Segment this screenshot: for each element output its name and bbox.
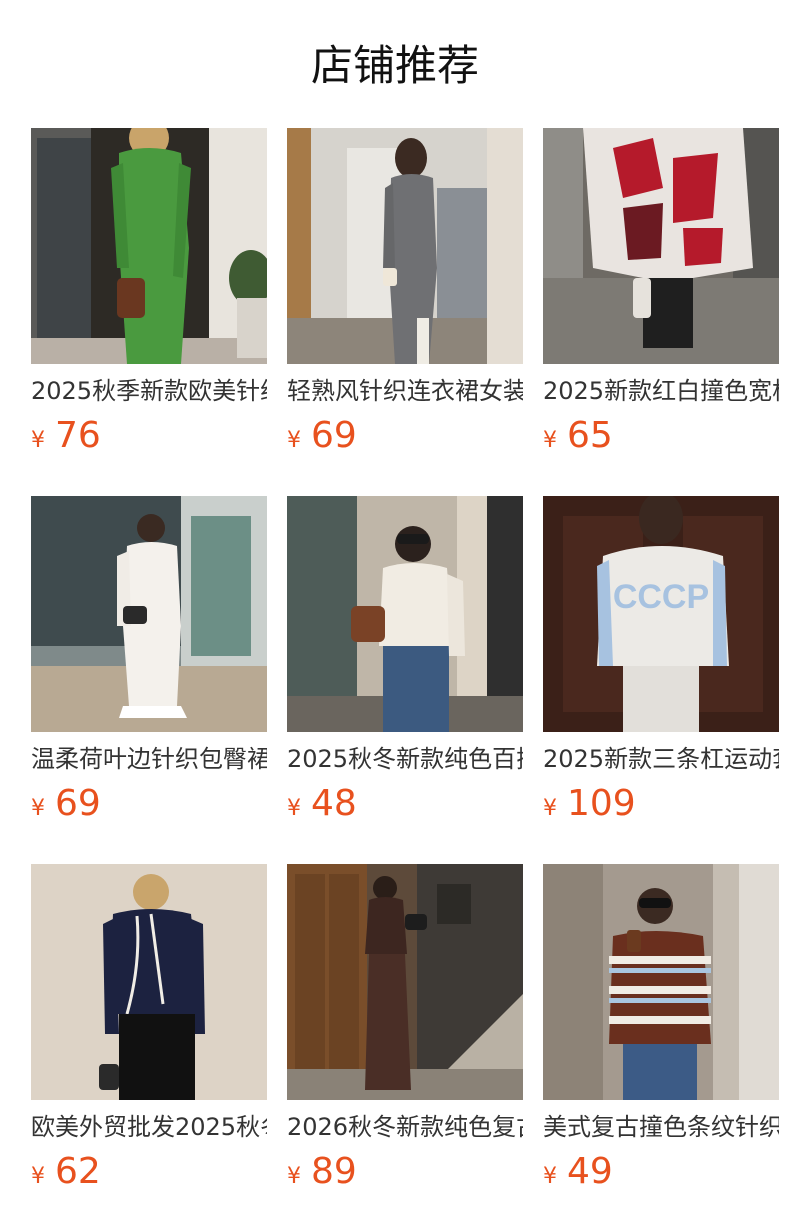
product-card[interactable]: 2025秋季新款欧美针织 ¥ 76 <box>31 128 267 496</box>
product-card[interactable]: 2025秋冬新款纯色百搭 ¥ 48 <box>287 496 523 864</box>
product-image[interactable] <box>543 128 779 364</box>
price-value: 48 <box>311 783 357 824</box>
product-price: ¥ 109 <box>543 784 779 824</box>
currency-symbol: ¥ <box>31 428 45 453</box>
product-card[interactable]: 2025新款红白撞色宽松 ¥ 65 <box>543 128 779 496</box>
product-price: ¥ 65 <box>543 416 779 456</box>
product-name[interactable]: 2026秋冬新款纯色复古 <box>287 1110 523 1144</box>
product-photo-cccp-sweatsuit-icon: CCCP <box>543 496 779 732</box>
product-image[interactable] <box>543 864 779 1100</box>
price-value: 69 <box>311 415 357 456</box>
product-name[interactable]: 2025秋冬新款纯色百搭 <box>287 742 523 776</box>
product-name[interactable]: 温柔荷叶边针织包臀裙 <box>31 742 267 776</box>
product-price: ¥ 62 <box>31 1152 267 1192</box>
currency-symbol: ¥ <box>543 796 557 821</box>
product-card[interactable]: 2026秋冬新款纯色复古 ¥ 89 <box>287 864 523 1232</box>
product-name[interactable]: 2025新款红白撞色宽松 <box>543 374 779 408</box>
product-name[interactable]: 轻熟风针织连衣裙女装 <box>287 374 523 408</box>
price-value: 109 <box>567 783 636 824</box>
product-image[interactable] <box>287 128 523 364</box>
product-image[interactable] <box>31 864 267 1100</box>
product-name[interactable]: 2025秋季新款欧美针织 <box>31 374 267 408</box>
currency-symbol: ¥ <box>287 1164 301 1189</box>
currency-symbol: ¥ <box>31 796 45 821</box>
product-name[interactable]: 2025新款三条杠运动套装 <box>543 742 779 776</box>
svg-text:CCCP: CCCP <box>613 578 709 616</box>
product-price: ¥ 69 <box>287 416 523 456</box>
product-image[interactable]: CCCP <box>543 496 779 732</box>
currency-symbol: ¥ <box>287 796 301 821</box>
price-value: 62 <box>55 1151 101 1192</box>
product-photo-grey-knit-dress-icon <box>287 128 523 364</box>
product-card[interactable]: 美式复古撞色条纹针织 ¥ 49 <box>543 864 779 1232</box>
page-title: 店铺推荐 <box>310 41 479 90</box>
product-name[interactable]: 美式复古撞色条纹针织 <box>543 1110 779 1144</box>
product-price: ¥ 69 <box>31 784 267 824</box>
product-card[interactable]: 欧美外贸批发2025秋冬 ¥ 62 <box>31 864 267 1232</box>
product-image[interactable] <box>287 496 523 732</box>
currency-symbol: ¥ <box>543 428 557 453</box>
product-photo-brown-knit-set-icon <box>287 864 523 1100</box>
product-photo-white-ruffle-dress-icon <box>31 496 267 732</box>
product-photo-green-knit-dress-icon <box>31 128 267 364</box>
product-price: ¥ 76 <box>31 416 267 456</box>
currency-symbol: ¥ <box>543 1164 557 1189</box>
product-photo-white-cardigan-icon <box>287 496 523 732</box>
currency-symbol: ¥ <box>287 428 301 453</box>
product-image[interactable] <box>287 864 523 1100</box>
product-photo-red-white-sweater-icon <box>543 128 779 364</box>
product-photo-striped-cardigan-icon <box>543 864 779 1100</box>
product-grid: 2025秋季新款欧美针织 ¥ 76 轻熟风针织连衣裙女装 ¥ 69 2025新款… <box>31 128 779 1232</box>
price-value: 89 <box>311 1151 357 1192</box>
product-card[interactable]: 温柔荷叶边针织包臀裙 ¥ 69 <box>31 496 267 864</box>
price-value: 49 <box>567 1151 613 1192</box>
product-price: ¥ 48 <box>287 784 523 824</box>
product-card[interactable]: 轻熟风针织连衣裙女装 ¥ 69 <box>287 128 523 496</box>
price-value: 69 <box>55 783 101 824</box>
product-price: ¥ 49 <box>543 1152 779 1192</box>
product-name[interactable]: 欧美外贸批发2025秋冬 <box>31 1110 267 1144</box>
product-photo-navy-pearl-cardigan-icon <box>31 864 267 1100</box>
product-image[interactable] <box>31 128 267 364</box>
product-price: ¥ 89 <box>287 1152 523 1192</box>
product-image[interactable] <box>31 496 267 732</box>
price-value: 76 <box>55 415 101 456</box>
price-value: 65 <box>567 415 613 456</box>
product-card[interactable]: CCCP 2025新款三条杠运动套装 ¥ 109 <box>543 496 779 864</box>
currency-symbol: ¥ <box>31 1164 45 1189</box>
